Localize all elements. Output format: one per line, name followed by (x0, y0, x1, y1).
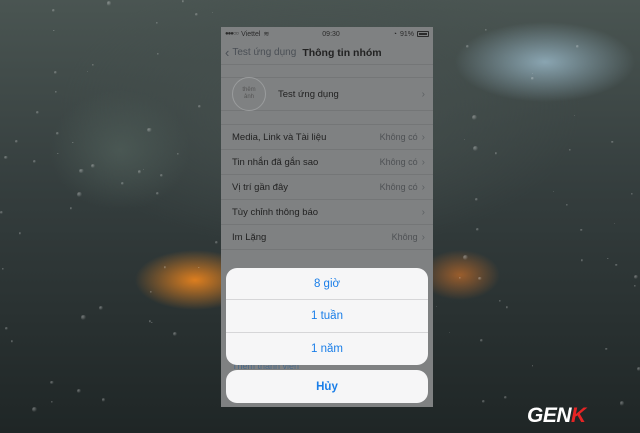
chevron-right-icon: › (421, 156, 425, 168)
cancel-button[interactable]: Hủy (226, 370, 428, 403)
option-8-hours-button[interactable]: 8 giờ (226, 268, 428, 301)
row-mute[interactable]: Im Lặng Không › (221, 225, 433, 250)
logo-text-k: K (571, 404, 586, 427)
settings-list: Media, Link và Tài liệu Không có › Tin n… (221, 124, 433, 250)
page-title: Thông tin nhóm (302, 46, 382, 59)
add-photo-avatar[interactable]: thêm ảnh (232, 77, 266, 111)
chevron-right-icon: › (421, 131, 425, 143)
row-label: Im Lặng (232, 231, 267, 243)
row-custom-notifications[interactable]: Tùy chỉnh thông báo › (221, 200, 433, 225)
row-starred-messages[interactable]: Tin nhắn đã gắn sao Không có › (221, 150, 433, 175)
wifi-icon: ≋ (263, 31, 270, 38)
signal-icon: ●●●○○ (225, 31, 239, 37)
chevron-right-icon: › (421, 231, 425, 243)
group-header-row[interactable]: thêm ảnh Test ứng dụng › (221, 77, 433, 111)
mute-duration-action-sheet: 8 giờ 1 tuần 1 năm (226, 268, 428, 365)
carrier-label: Viettel (241, 30, 261, 38)
row-media-links-docs[interactable]: Media, Link và Tài liệu Không có › (221, 125, 433, 150)
chevron-right-icon: › (421, 181, 425, 193)
row-value: Không có (379, 157, 418, 167)
row-label: Tin nhắn đã gắn sao (232, 156, 319, 168)
chevron-right-icon: › (421, 206, 425, 218)
genk-logo: GENK (527, 404, 586, 428)
group-name: Test ứng dụng (278, 88, 339, 100)
row-label: Tùy chỉnh thông báo (232, 206, 319, 218)
logo-text: GEN (527, 404, 572, 427)
row-recent-locations[interactable]: Vị trí gần đây Không có › (221, 175, 433, 200)
battery-percent: 91% (399, 30, 414, 38)
back-button[interactable]: ‹ Test ứng dụng (225, 46, 296, 59)
option-1-year-button[interactable]: 1 năm (226, 333, 428, 365)
row-value: Không (391, 232, 418, 242)
row-value: Không có (379, 132, 418, 142)
back-label: Test ứng dụng (232, 47, 297, 58)
status-bar: ●●●○○ Viettel ≋ 09:30 ◔ 91% (221, 27, 433, 41)
alarm-icon: ◔ (392, 30, 397, 38)
row-value: Không có (379, 182, 418, 192)
row-label: Vị trí gần đây (232, 181, 288, 193)
option-1-week-button[interactable]: 1 tuần (226, 300, 428, 333)
status-time: 09:30 (322, 30, 340, 38)
chevron-right-icon: › (421, 88, 425, 100)
battery-icon (417, 31, 429, 37)
avatar-label: thêm ảnh (242, 87, 256, 100)
row-label: Media, Link và Tài liệu (232, 131, 327, 143)
nav-bar: ‹ Test ứng dụng Thông tin nhóm (221, 41, 433, 65)
chevron-left-icon: ‹ (225, 45, 230, 60)
